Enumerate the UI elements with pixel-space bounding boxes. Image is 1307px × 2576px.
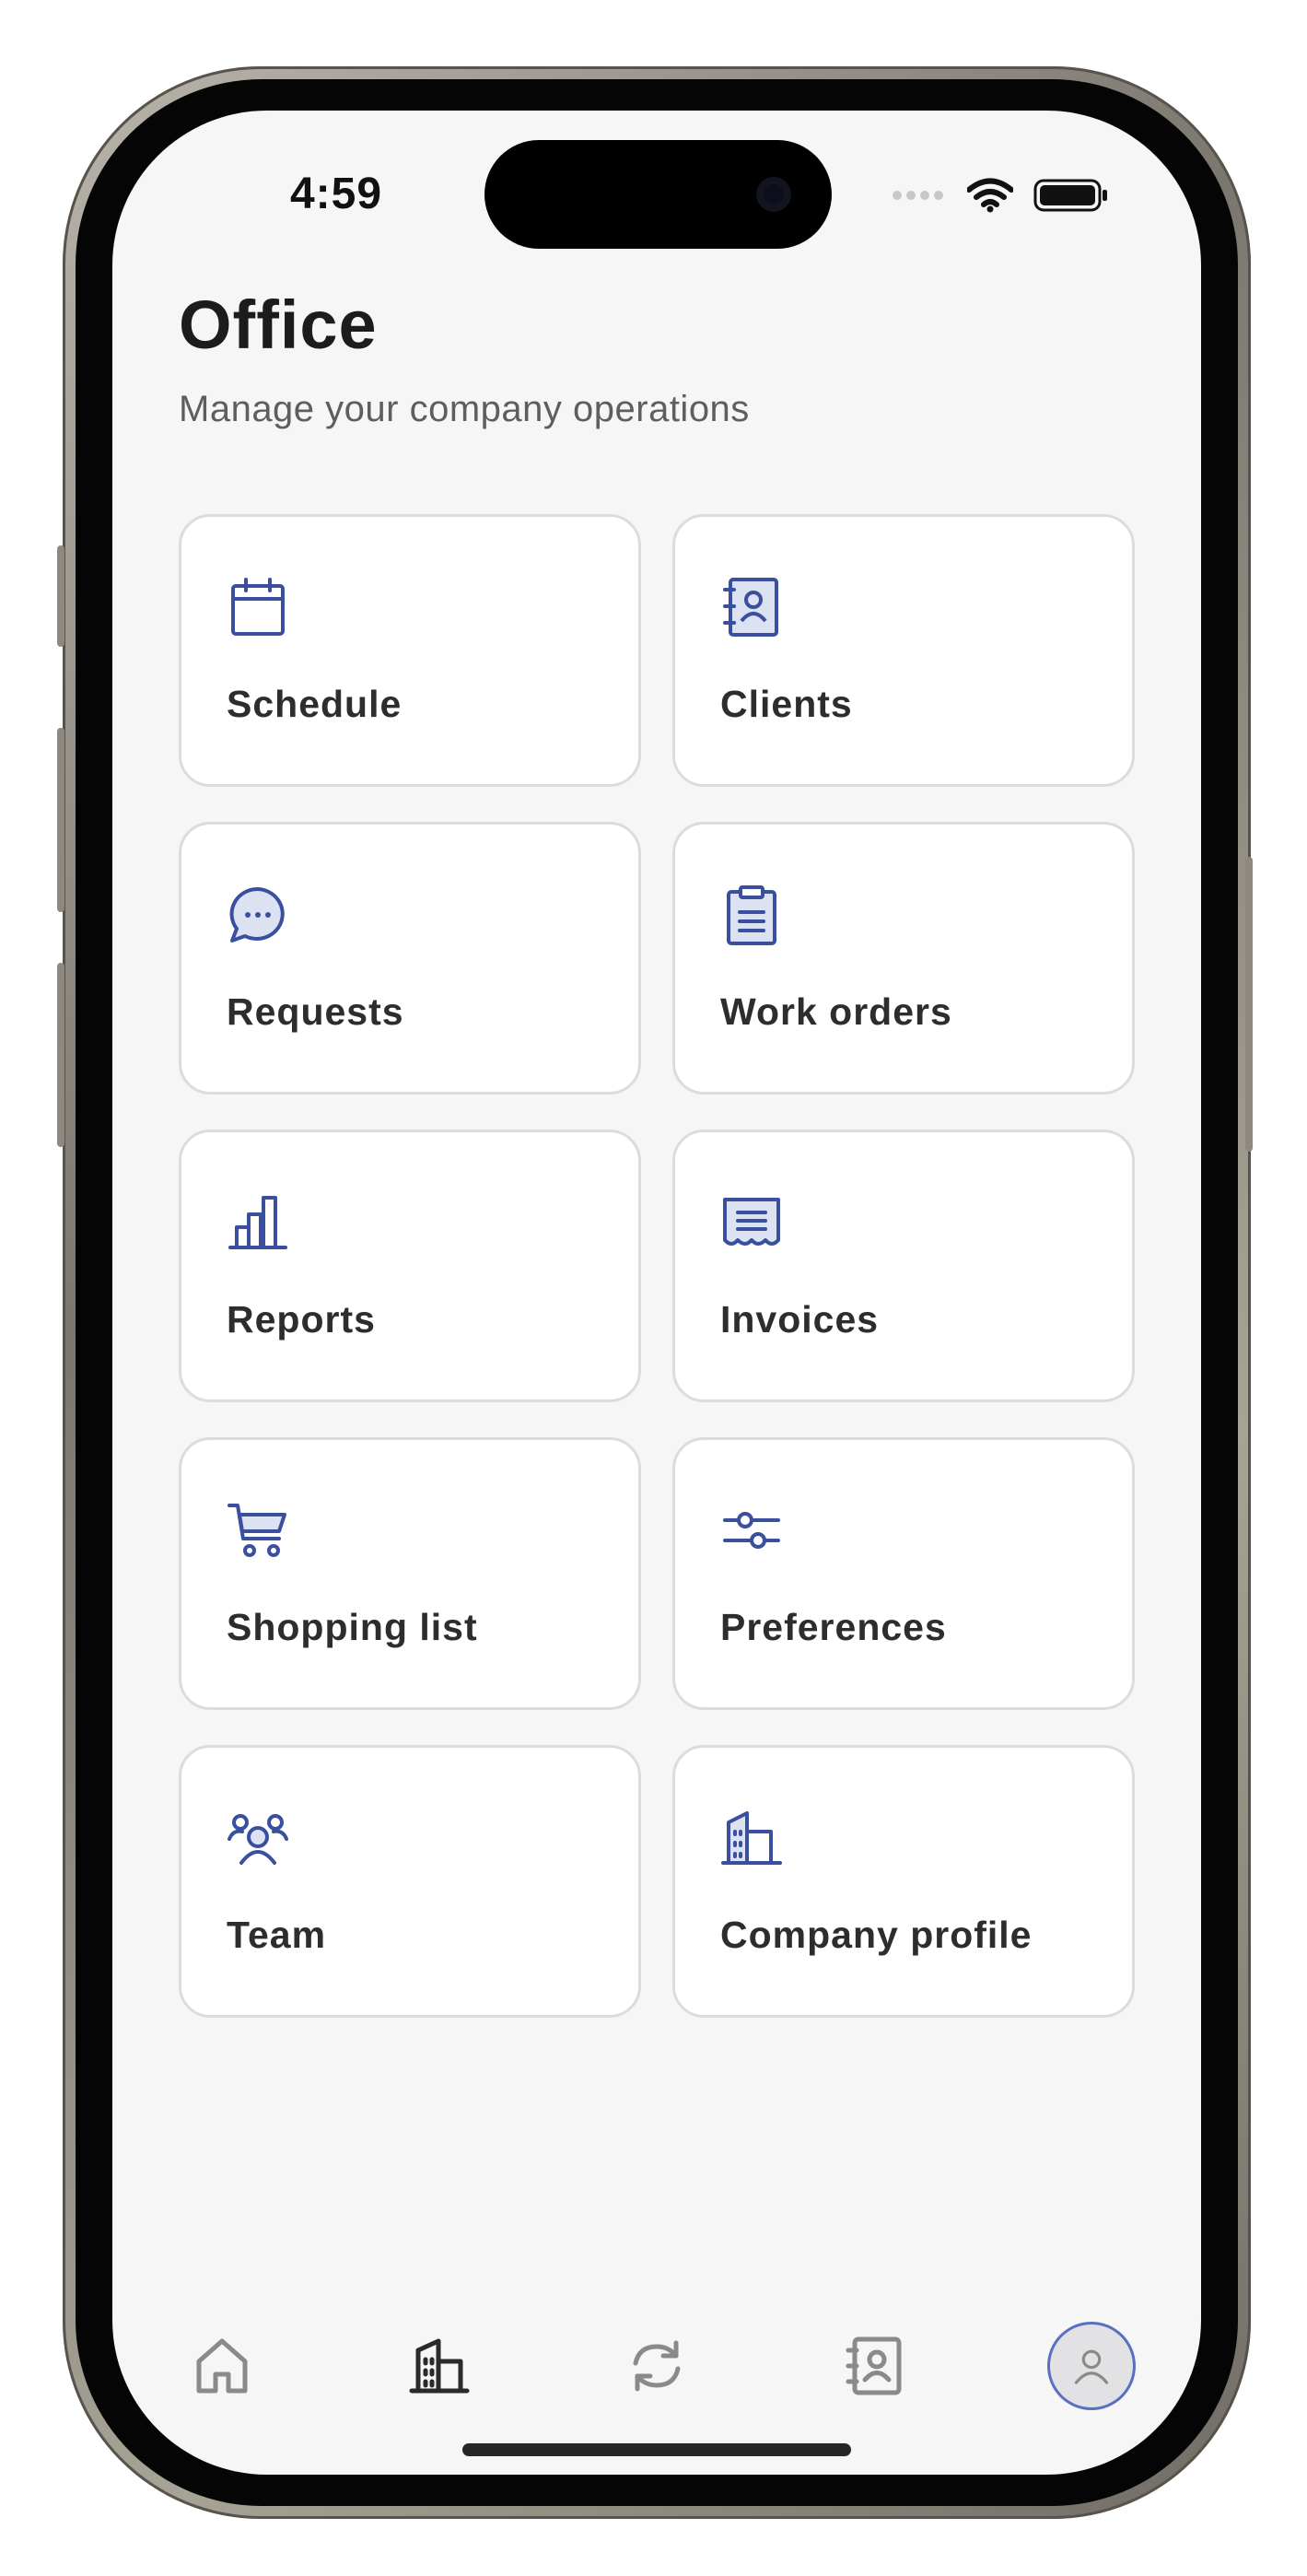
card-label: Preferences <box>720 1606 947 1648</box>
battery-icon <box>1033 179 1107 212</box>
tab-contacts[interactable] <box>830 2322 918 2410</box>
reports-card[interactable]: Reports <box>179 1130 641 1402</box>
card-label: Reports <box>227 1298 376 1341</box>
shopping-cart-icon <box>228 1500 288 1561</box>
requests-card[interactable]: Requests <box>179 822 641 1095</box>
team-icon <box>228 1808 288 1868</box>
calendar-icon <box>228 577 288 638</box>
card-label: Company profile <box>720 1914 1033 1956</box>
chat-bubble-icon <box>228 884 288 945</box>
building-icon <box>721 1808 782 1868</box>
action-button <box>57 545 64 647</box>
card-label: Work orders <box>720 990 952 1033</box>
front-camera <box>756 177 791 212</box>
screen: 4:59 Office Manage your company operatio… <box>112 111 1201 2475</box>
status-icons <box>892 177 1109 214</box>
page-subtitle: Manage your company operations <box>179 389 750 429</box>
card-label: Clients <box>720 683 853 725</box>
clipboard-icon <box>721 884 782 945</box>
card-label: Team <box>227 1914 327 1956</box>
volume-up-button <box>57 728 64 912</box>
sliders-icon <box>721 1500 782 1561</box>
preferences-card[interactable]: Preferences <box>672 1437 1135 1710</box>
home-icon <box>196 2338 248 2394</box>
office-menu-grid: Schedule Clients Requests Work orders Re… <box>179 514 1135 2018</box>
volume-down-button <box>57 963 64 1147</box>
bar-chart-icon <box>228 1192 288 1253</box>
status-time: 4:59 <box>289 170 383 218</box>
tab-sync[interactable] <box>613 2322 701 2410</box>
home-indicator <box>462 2443 851 2456</box>
contact-book-icon <box>721 577 782 638</box>
team-card[interactable]: Team <box>179 1745 641 2018</box>
card-label: Invoices <box>720 1298 880 1341</box>
company-profile-card[interactable]: Company profile <box>672 1745 1135 2018</box>
profile-avatar-icon <box>1074 2349 1109 2384</box>
tab-profile[interactable] <box>1050 2324 1133 2407</box>
card-label: Requests <box>227 990 404 1033</box>
cellular-signal-icon <box>893 191 943 200</box>
card-label: Shopping list <box>227 1606 478 1648</box>
shopping-list-card[interactable]: Shopping list <box>179 1437 641 1710</box>
tab-bar <box>112 2303 1201 2414</box>
tab-home[interactable] <box>178 2322 266 2410</box>
office-building-icon <box>409 2338 470 2394</box>
clients-card[interactable]: Clients <box>672 514 1135 787</box>
wifi-icon <box>967 178 1013 213</box>
power-button <box>1245 857 1253 1152</box>
page-title: Office <box>179 287 378 363</box>
invoices-card[interactable]: Invoices <box>672 1130 1135 1402</box>
contacts-icon <box>846 2336 902 2395</box>
dynamic-island <box>484 140 832 249</box>
work-orders-card[interactable]: Work orders <box>672 822 1135 1095</box>
receipt-icon <box>721 1192 782 1253</box>
card-label: Schedule <box>227 683 403 725</box>
refresh-icon <box>633 2340 681 2392</box>
tab-office[interactable] <box>395 2322 484 2410</box>
schedule-card[interactable]: Schedule <box>179 514 641 787</box>
